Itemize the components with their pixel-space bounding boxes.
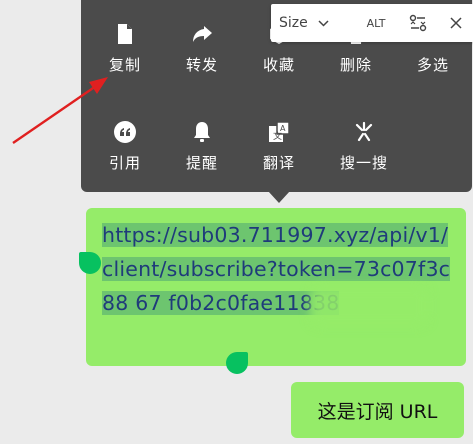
arrow-head [89,77,108,94]
annotation-arrow [12,77,108,144]
arrow-shaft [12,83,100,144]
